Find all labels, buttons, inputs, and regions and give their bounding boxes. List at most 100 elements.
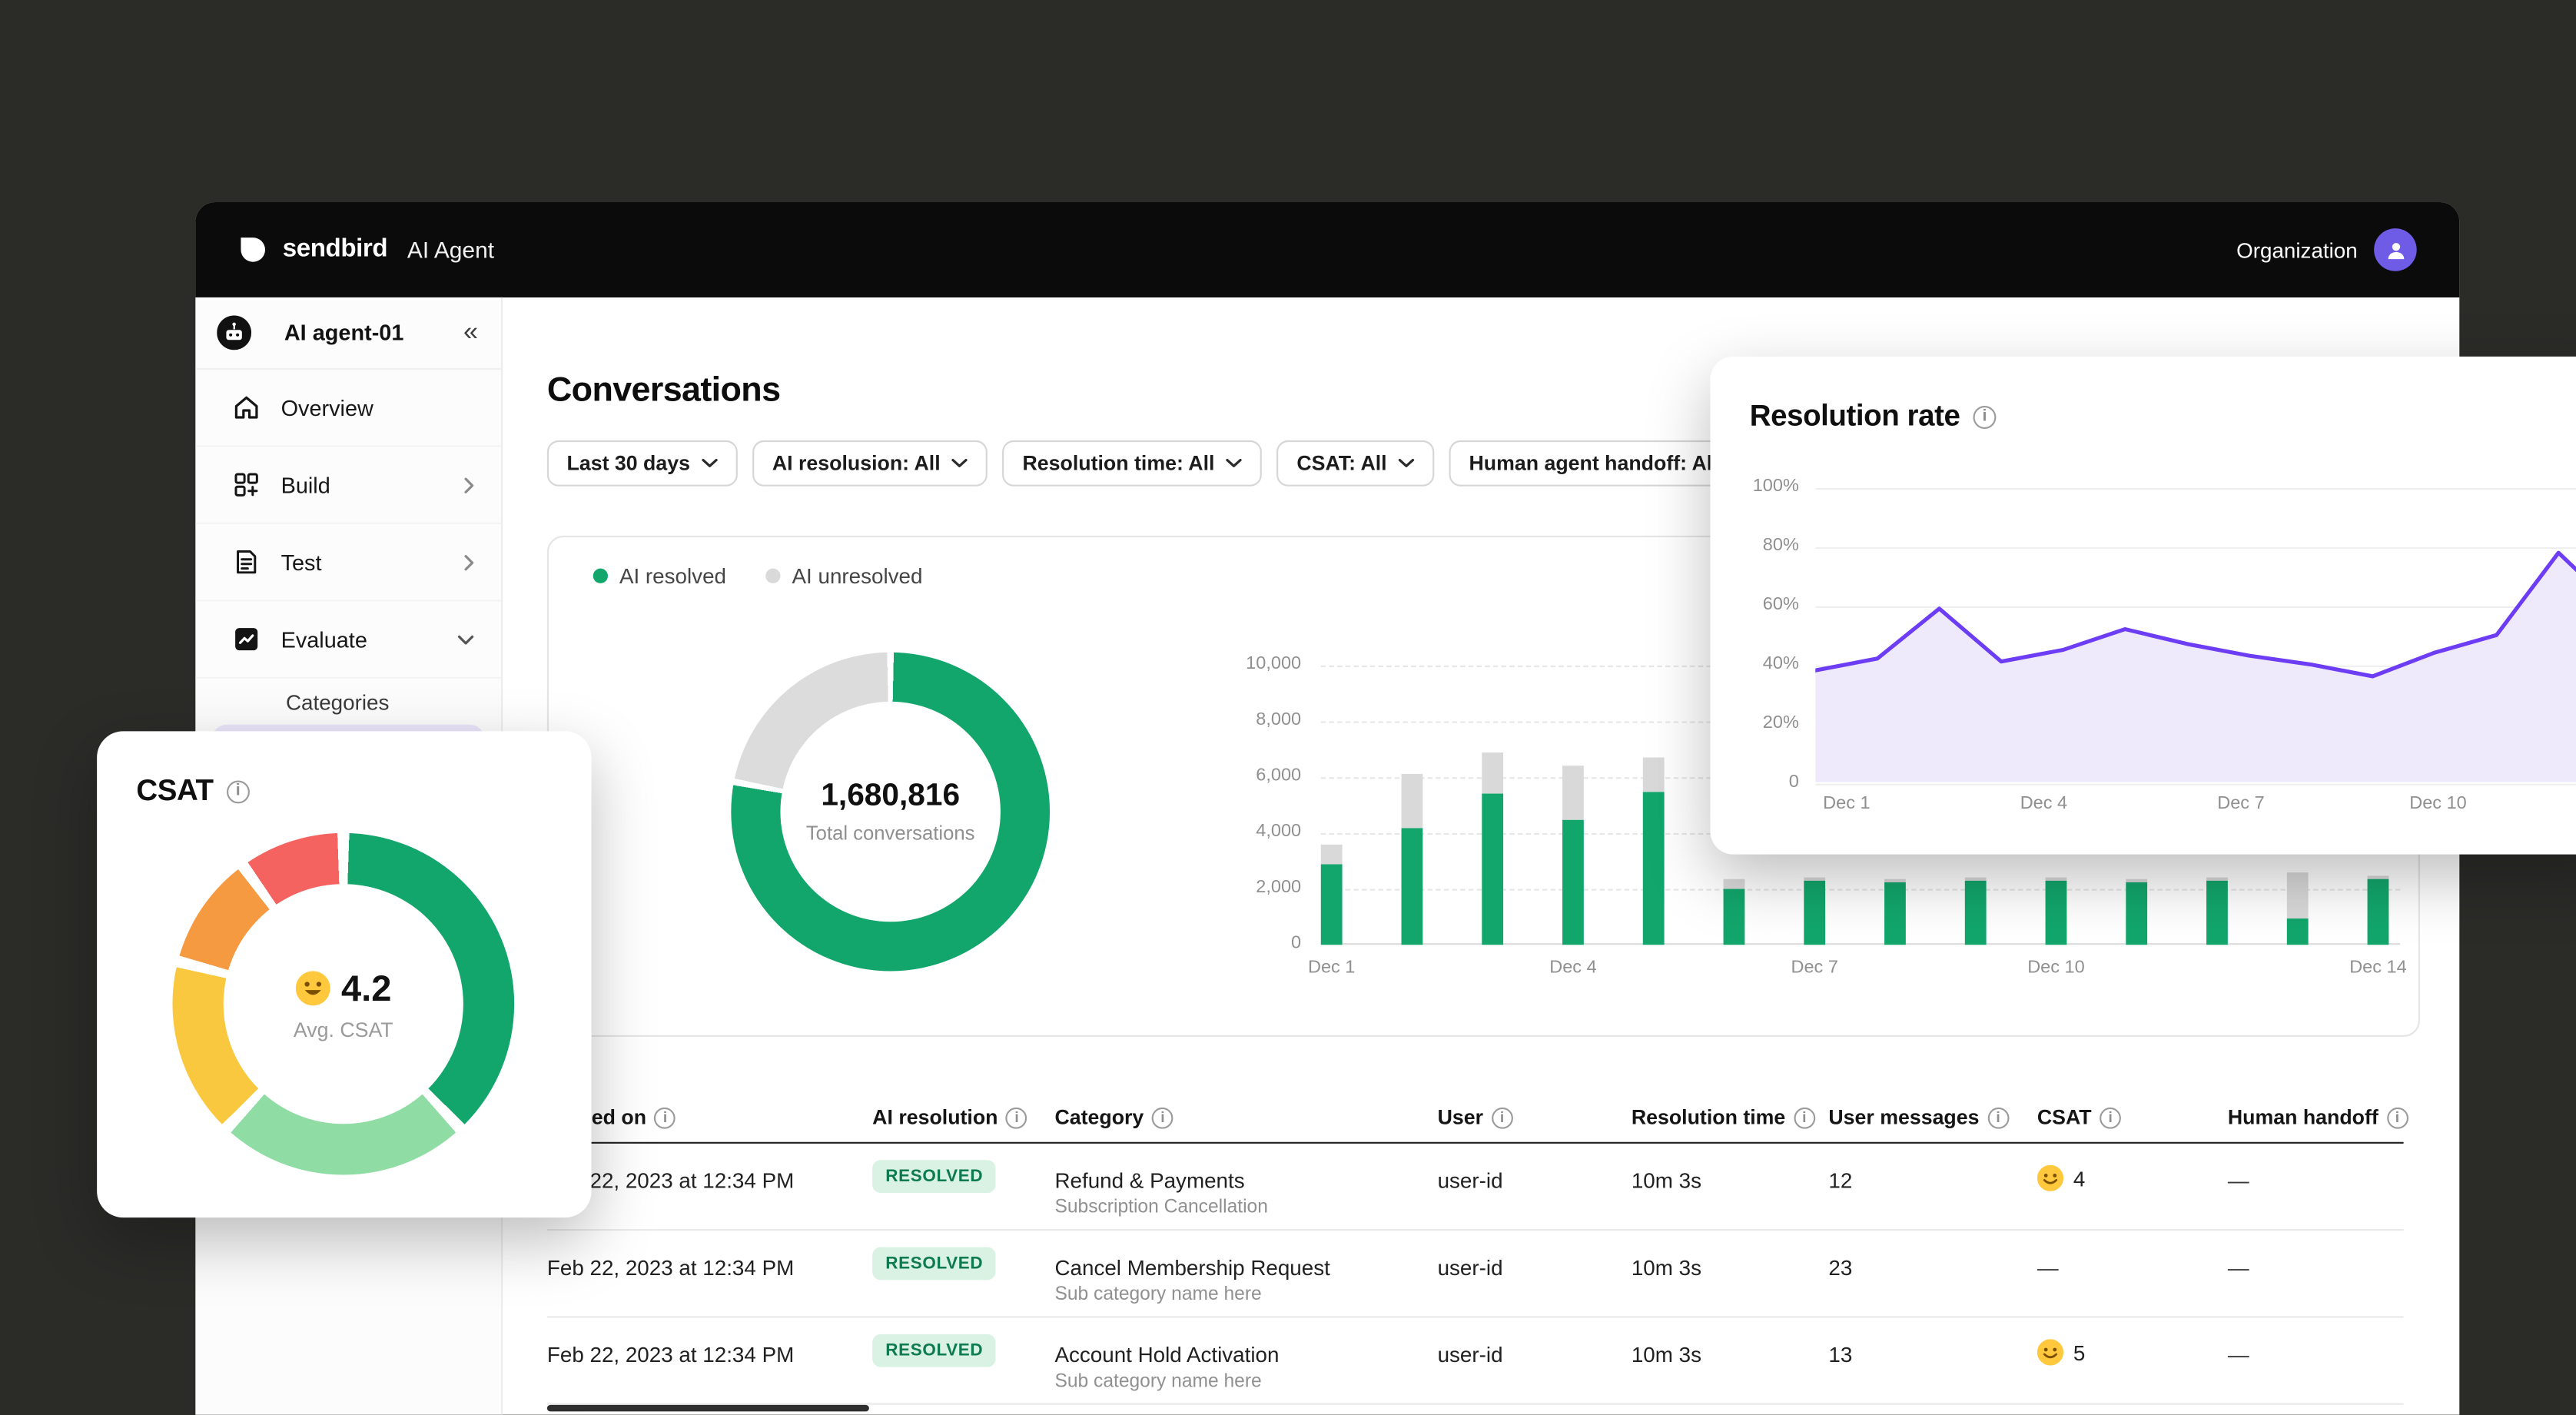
sidebar-item-evaluate[interactable]: Evaluate [195, 601, 501, 678]
agent-selector[interactable]: AI agent-01 « [195, 297, 501, 370]
info-icon[interactable]: i [2387, 1107, 2408, 1128]
x-tick: Dec 7 [1791, 958, 1837, 978]
info-icon[interactable]: i [655, 1107, 676, 1128]
sidebar-item-overview[interactable]: Overview [195, 370, 501, 447]
table-scrollbar[interactable] [547, 1405, 869, 1412]
user-avatar[interactable] [2374, 228, 2417, 271]
cell-resolution-time: 10m 3s [1632, 1343, 1701, 1367]
csat-emoji-icon [295, 971, 330, 1005]
cell-csat: 5 [2037, 1339, 2085, 1365]
table-row[interactable]: Feb 22, 2023 at 12:34 PM RESOLVED Accoun… [547, 1318, 2404, 1405]
cell-human-handoff: — [2228, 1255, 2249, 1280]
csat-card: CSAT i 4.2 Avg. CSAT [97, 731, 591, 1217]
cell-resolution-time: 10m 3s [1632, 1255, 1701, 1280]
status-badge: RESOLVED [872, 1334, 996, 1367]
csat-donut-chart: 4.2 Avg. CSAT [172, 833, 514, 1175]
bar-dec-11 [2126, 879, 2147, 945]
cell-category: Cancel Membership Request [1054, 1255, 1329, 1280]
bar-dec-12 [2206, 878, 2228, 945]
bar-dec-10 [2046, 878, 2067, 945]
info-icon[interactable]: i [1006, 1107, 1027, 1128]
card-title-row: CSAT i [97, 731, 591, 808]
cell-resolution-time: 10m 3s [1632, 1168, 1701, 1193]
y-tick: 2,000 [1206, 878, 1301, 898]
cell-category: Account Hold Activation [1054, 1343, 1279, 1367]
info-icon[interactable]: i [227, 779, 250, 802]
status-badge: RESOLVED [872, 1247, 996, 1280]
conversations-table: Closed oni AI resolutioni Categoryi User… [547, 1101, 2404, 1404]
col-human-handoff: Human handoffi [2228, 1106, 2408, 1129]
bar-dec-8 [1884, 879, 1906, 945]
sendbird-logo-icon [238, 235, 267, 264]
top-navbar: sendbird AI Agent Organization [195, 202, 2459, 297]
y-tick: 0 [1710, 772, 1798, 792]
chart-legend: AI resolved AI unresolved [593, 563, 923, 588]
x-tick: Dec 4 [2020, 794, 2067, 814]
total-conversations-donut: 1,680,816 Total conversations [731, 653, 1050, 972]
col-category: Categoryi [1054, 1106, 1173, 1129]
legend-ai-resolved[interactable]: AI resolved [593, 563, 726, 588]
cell-user-messages: 13 [1828, 1343, 1852, 1367]
filter-resolution-time[interactable]: Resolution time: All [1003, 440, 1263, 487]
cell-user: user-id [1438, 1168, 1503, 1193]
home-icon [231, 393, 261, 422]
brand-group: sendbird AI Agent [238, 235, 494, 264]
cell-csat: 4 [2037, 1165, 2085, 1191]
csat-emoji-icon [2037, 1339, 2063, 1365]
filter-label: Resolution time: All [1023, 452, 1215, 475]
info-icon[interactable]: i [2100, 1107, 2121, 1128]
cell-csat: — [2037, 1255, 2059, 1280]
y-tick: 0 [1206, 933, 1301, 953]
info-icon[interactable]: i [1794, 1107, 1815, 1128]
sidebar-subitem-categories[interactable]: Categories [195, 679, 501, 725]
legend-ai-unresolved[interactable]: AI unresolved [765, 563, 922, 588]
sidebar-subitem-label: Categories [286, 689, 389, 714]
filter-label: CSAT: All [1296, 452, 1386, 475]
person-icon [2385, 239, 2406, 261]
filter-csat[interactable]: CSAT: All [1277, 440, 1435, 487]
cell-user-messages: 12 [1828, 1168, 1852, 1193]
total-conversations-label: Total conversations [806, 822, 975, 845]
chevron-right-icon [463, 553, 475, 571]
status-badge: RESOLVED [872, 1160, 996, 1193]
info-icon[interactable]: i [1987, 1107, 2009, 1128]
sidebar-item-test[interactable]: Test [195, 524, 501, 601]
info-icon[interactable]: i [1152, 1107, 1173, 1128]
y-tick: 40% [1710, 654, 1798, 674]
cell-user: user-id [1438, 1343, 1503, 1367]
x-tick: Dec 1 [1823, 794, 1870, 814]
table-row[interactable]: Feb 22, 2023 at 12:34 PM RESOLVED Cancel… [547, 1231, 2404, 1317]
legend-label: AI unresolved [792, 563, 923, 588]
brand-name: sendbird [283, 235, 388, 264]
csat-emoji-icon [2037, 1165, 2063, 1191]
bar-dec-3 [1482, 752, 1503, 945]
legend-dot-green [593, 569, 608, 583]
y-tick: 6,000 [1206, 766, 1301, 786]
area-fill [1815, 553, 2576, 782]
x-tick: Dec 10 [2027, 958, 2085, 978]
stage: sendbird AI Agent Organization AI agent-… [0, 0, 2576, 1415]
product-name: AI Agent [407, 237, 494, 263]
resolution-rate-line-chart: 100%80%60%40%20%0Dec 1Dec 4Dec 7Dec 10 [1710, 357, 2576, 855]
agent-name: AI agent-01 [284, 321, 404, 345]
bar-dec-7 [1804, 878, 1825, 945]
avg-csat-label: Avg. CSAT [294, 1018, 393, 1041]
chevron-right-icon [463, 476, 475, 494]
cell-human-handoff: — [2228, 1168, 2249, 1193]
cell-closed-on: Feb 22, 2023 at 12:34 PM [547, 1343, 794, 1367]
filter-ai-resolution[interactable]: AI resolusion: All [752, 440, 988, 487]
x-tick: Dec 14 [2349, 958, 2407, 978]
info-icon[interactable]: i [1492, 1107, 1513, 1128]
line-series [1815, 488, 2576, 782]
chevron-down-icon [952, 458, 968, 468]
y-tick: 8,000 [1206, 710, 1301, 730]
sidebar-item-build[interactable]: Build [195, 447, 501, 523]
resolution-rate-card: Resolution rate i 100%80%60%40%20%0Dec 1… [1710, 357, 2576, 855]
organization-menu[interactable]: Organization [2236, 228, 2417, 271]
table-row[interactable]: Feb 22, 2023 at 12:34 PM RESOLVED Refund… [547, 1144, 2404, 1231]
filter-date-range[interactable]: Last 30 days [547, 440, 738, 487]
chevron-down-icon [1226, 458, 1242, 468]
y-tick: 60% [1710, 595, 1798, 615]
x-tick: Dec 7 [2217, 794, 2264, 814]
collapse-sidebar-icon[interactable]: « [463, 320, 478, 346]
